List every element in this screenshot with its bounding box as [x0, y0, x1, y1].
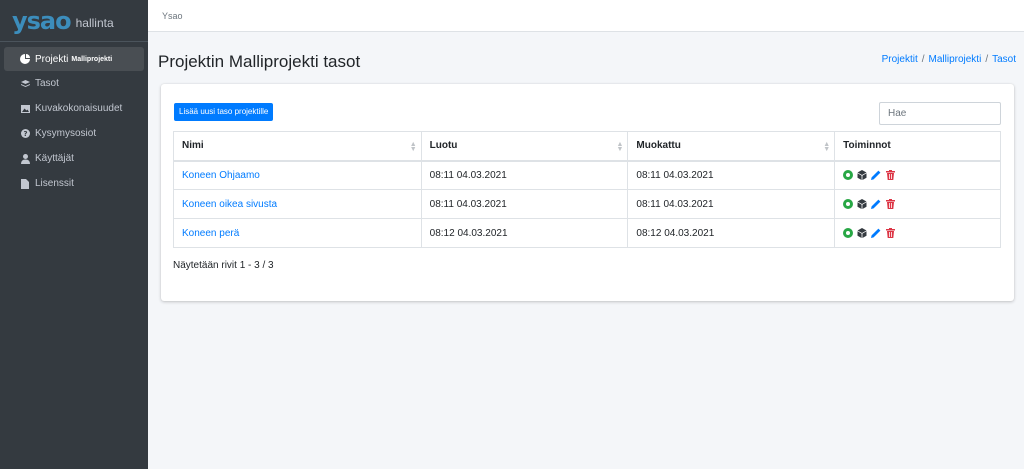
breadcrumb-projektit[interactable]: Projektit [882, 54, 918, 65]
breadcrumb: Projektit / Malliprojekti / Tasot [882, 54, 1016, 65]
column-header-nimi[interactable]: Nimi ▲ ▼ [173, 131, 422, 162]
cell-created: 08:12 04.03.2021 [420, 218, 629, 248]
levels-table: Nimi ▲ ▼ Luotu ▲ ▼ Muokattu ▲ ▼ Toiminnot Kone… [173, 131, 1001, 248]
column-header-luotu[interactable]: Luotu ▲ ▼ [420, 131, 629, 162]
sidebar-item-kuvakokonaisuudet[interactable]: Kuvakokonaisuudet [4, 96, 144, 121]
cell-actions [834, 189, 1001, 219]
cell-modified: 08:11 04.03.2021 [627, 189, 836, 219]
cell-modified: 08:12 04.03.2021 [627, 218, 836, 248]
breadcrumb-tasot[interactable]: Tasot [992, 54, 1016, 65]
sidebar-item-label: Kuvakokonaisuudet [35, 103, 123, 114]
cube-icon[interactable] [857, 199, 867, 209]
images-icon [18, 104, 32, 113]
sidebar-item-lisenssit[interactable]: Lisenssit [4, 171, 144, 196]
sort-icon: ▲ ▼ [823, 141, 831, 153]
sidebar-item-label: Tasot [35, 78, 59, 89]
sidebar-item-label: Kysymysosiot [35, 128, 97, 139]
level-link[interactable]: Koneen Ohjaamo [182, 170, 260, 181]
sidebar-item-label: Käyttäjät [35, 153, 74, 164]
cell-created: 08:11 04.03.2021 [420, 160, 629, 190]
add-level-button[interactable]: Lisää uusi taso projektille [174, 103, 274, 121]
table-row: Koneen Ohjaamo 08:11 04.03.2021 08:11 04… [173, 160, 1001, 190]
level-link[interactable]: Koneen oikea sivusta [182, 199, 277, 210]
cell-name: Koneen oikea sivusta [173, 189, 422, 219]
cell-created: 08:11 04.03.2021 [420, 189, 629, 219]
cell-actions [834, 160, 1001, 190]
sidebar: ysao hallinta Projekti Malliprojekti Tas… [0, 0, 148, 469]
sort-icon: ▲ ▼ [616, 141, 624, 153]
column-header-toiminnot: Toiminnot [834, 131, 1001, 162]
page-title: Projektin Malliprojekti tasot [158, 52, 361, 71]
delete-trash-icon[interactable] [885, 199, 895, 209]
sidebar-item-label: Lisenssit [35, 178, 74, 189]
sidebar-item-tasot[interactable]: Tasot [4, 71, 144, 96]
breadcrumb-malliprojekti[interactable]: Malliprojekti [929, 54, 982, 65]
cube-icon[interactable] [857, 170, 867, 181]
cell-name: Koneen perä [173, 218, 422, 248]
table-row: Koneen perä 08:12 04.03.2021 08:12 04.03… [173, 218, 1001, 248]
top-navbar: Ysao [148, 0, 1024, 32]
cube-icon[interactable] [857, 228, 867, 238]
pagination-status: Näytetään rivit 1 - 3 / 3 [173, 260, 274, 271]
sort-icon: ▲ ▼ [409, 141, 417, 153]
edit-pencil-icon[interactable] [871, 170, 881, 181]
column-header-muokattu[interactable]: Muokattu ▲ ▼ [627, 131, 836, 162]
file-icon [18, 178, 32, 189]
svg-text:?: ? [23, 130, 27, 138]
sidebar-item-label: Projekti [35, 53, 69, 65]
sidebar-item-kysymysosiot[interactable]: ? Kysymysosiot [4, 121, 144, 146]
cell-actions [834, 218, 1001, 248]
brand-logo: ysao [12, 6, 72, 35]
search-input[interactable] [879, 102, 1001, 125]
breadcrumb-separator: / [921, 54, 925, 65]
user-icon [18, 153, 32, 164]
topbar-title[interactable]: Ysao [162, 11, 183, 21]
level-link[interactable]: Koneen perä [182, 228, 239, 239]
brand-text: hallinta [75, 15, 114, 30]
layers-icon [18, 79, 32, 88]
add-circle-icon[interactable] [843, 170, 854, 181]
add-circle-icon[interactable] [843, 199, 854, 209]
sidebar-nav: Projekti Malliprojekti Tasot Kuvakokonai… [0, 42, 148, 196]
sidebar-item-kayttajat[interactable]: Käyttäjät [4, 146, 144, 171]
add-circle-icon[interactable] [843, 228, 854, 238]
breadcrumb-separator: / [985, 54, 989, 65]
cell-modified: 08:11 04.03.2021 [627, 160, 836, 190]
brand[interactable]: ysao hallinta [0, 0, 148, 42]
sidebar-item-projekti[interactable]: Projekti Malliprojekti [4, 47, 144, 71]
pie-chart-icon [18, 54, 32, 64]
levels-card: Lisää uusi taso projektille Nimi▲▼ Luotu… [161, 84, 1014, 301]
table-header-row: Nimi ▲ ▼ Luotu ▲ ▼ Muokattu ▲ ▼ Toiminnot [173, 131, 1001, 162]
edit-pencil-icon[interactable] [871, 228, 881, 238]
cell-name: Koneen Ohjaamo [173, 160, 422, 190]
delete-trash-icon[interactable] [885, 170, 895, 181]
question-circle-icon: ? [18, 129, 32, 138]
sidebar-item-sublabel: Malliprojekti [71, 55, 113, 63]
table-row: Koneen oikea sivusta 08:11 04.03.2021 08… [173, 189, 1001, 219]
edit-pencil-icon[interactable] [871, 199, 881, 209]
delete-trash-icon[interactable] [885, 228, 895, 238]
